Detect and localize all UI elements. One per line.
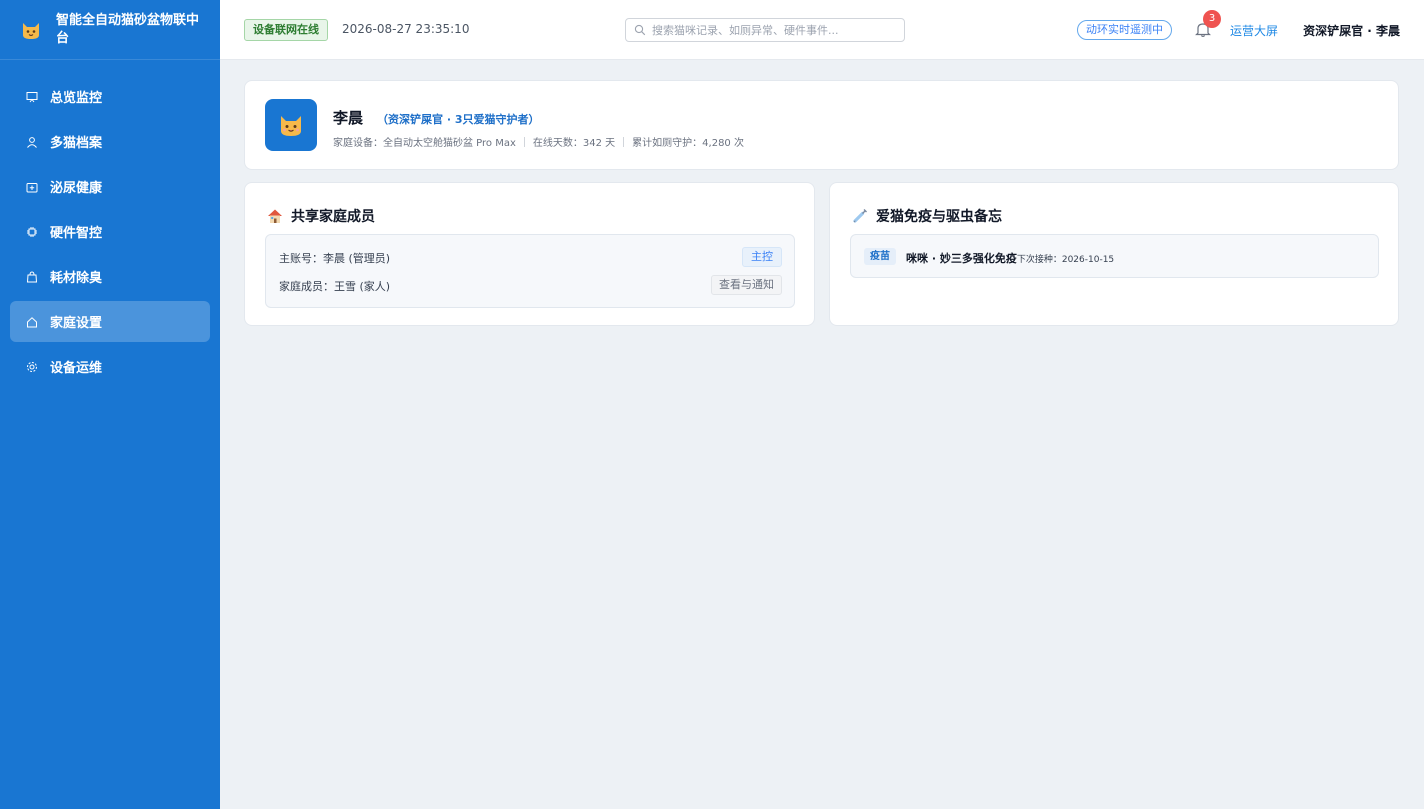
datetime-display: 2026-08-27 23:35:10 bbox=[342, 22, 470, 36]
sidebar-item-label: 设备运维 bbox=[50, 361, 103, 376]
sidebar: 智能全自动猫砂盆物联中台 总览监控 多猫档案 泌尿健康 硬件智控 耗材除臭 家庭… bbox=[0, 0, 220, 809]
sidebar-item-label: 多猫档案 bbox=[50, 136, 103, 151]
vaccine-memo-card: 爱猫免疫与驱虫备忘 疫苗 咪咪 · 妙三多强化免疫下次接种：2026-10-15 bbox=[829, 182, 1399, 326]
sidebar-item-maintenance[interactable]: 设备运维 bbox=[10, 346, 210, 387]
sidebar-item-cats[interactable]: 多猫档案 bbox=[10, 121, 210, 162]
list-item: 咪咪 · 妙三多强化免疫下次接种：2026-10-15 bbox=[906, 250, 1114, 266]
search-input[interactable] bbox=[652, 23, 892, 37]
sidebar-item-label: 总览监控 bbox=[50, 91, 103, 106]
divider bbox=[523, 136, 525, 147]
ops-dashboard-link[interactable]: 运营大屏 bbox=[1230, 22, 1278, 39]
search-icon bbox=[634, 24, 646, 36]
realtime-telemetry-pill: 动环实时遥测中 bbox=[1077, 20, 1172, 40]
device-info: 家庭设备：全自动太空舱猫砂盆 Pro Max bbox=[333, 138, 516, 149]
sidebar-item-overview[interactable]: 总览监控 bbox=[10, 76, 210, 117]
app-title: 智能全自动猫砂盆物联中台 bbox=[56, 12, 200, 46]
vaccine-name: 咪咪 · 妙三多强化免疫 bbox=[906, 252, 1017, 265]
vaccine-list: 疫苗 咪咪 · 妙三多强化免疫下次接种：2026-10-15 bbox=[850, 234, 1379, 278]
family-members-card: 共享家庭成员 主账号：李晨 (管理员) 主控 家庭成员：王雪 (家人) 查看与通… bbox=[244, 182, 815, 326]
syringe-icon bbox=[852, 208, 868, 224]
list-item: 家庭成员：王雪 (家人) bbox=[279, 280, 391, 293]
user-icon bbox=[26, 136, 38, 148]
family-member-list: 主账号：李晨 (管理员) 主控 家庭成员：王雪 (家人) 查看与通知 bbox=[265, 234, 795, 308]
vaccine-tag: 疫苗 bbox=[864, 248, 896, 265]
next-vaccine-date: 下次接种：2026-10-15 bbox=[1016, 255, 1115, 265]
card-title: 爱猫免疫与驱虫备忘 bbox=[852, 206, 1002, 226]
medical-box-icon bbox=[26, 181, 38, 193]
sidebar-item-label: 家庭设置 bbox=[50, 316, 103, 331]
sidebar-item-label: 泌尿健康 bbox=[50, 181, 103, 196]
sidebar-item-family[interactable]: 家庭设置 bbox=[10, 301, 210, 342]
gear-icon bbox=[26, 361, 38, 373]
brand: 智能全自动猫砂盆物联中台 bbox=[0, 0, 220, 60]
profile-name: 李晨 bbox=[333, 109, 364, 127]
sidebar-item-consumables[interactable]: 耗材除臭 bbox=[10, 256, 210, 297]
guard-count: 累计如厕守护：4,280 次 bbox=[632, 138, 744, 149]
monitor-icon bbox=[26, 91, 38, 103]
sidebar-item-label: 硬件智控 bbox=[50, 226, 103, 241]
card-title-text: 爱猫免疫与驱虫备忘 bbox=[876, 209, 1002, 225]
card-title: 共享家庭成员 bbox=[267, 206, 375, 226]
current-user[interactable]: 资深铲屎官 · 李晨 bbox=[1303, 22, 1400, 39]
view-notify-button[interactable]: 查看与通知 bbox=[711, 275, 782, 295]
home-icon bbox=[26, 316, 38, 328]
sidebar-nav: 总览监控 多猫档案 泌尿健康 硬件智控 耗材除臭 家庭设置 设备运维 bbox=[0, 60, 220, 387]
list-item: 主账号：李晨 (管理员) bbox=[279, 252, 391, 265]
chip-icon bbox=[26, 226, 38, 238]
cat-face-icon bbox=[281, 116, 301, 136]
online-days: 在线天数：342 天 bbox=[532, 138, 616, 149]
status-badge: 设备联网在线 bbox=[244, 19, 328, 41]
sidebar-item-hardware[interactable]: 硬件智控 bbox=[10, 211, 210, 252]
primary-control-badge: 主控 bbox=[742, 247, 782, 267]
profile-card: 李晨 （资深铲屎官 · 3只爱猫守护者） 家庭设备：全自动太空舱猫砂盆 Pro … bbox=[244, 80, 1399, 170]
sidebar-item-label: 耗材除臭 bbox=[50, 271, 103, 286]
divider bbox=[623, 136, 625, 147]
cat-face-icon bbox=[20, 19, 42, 41]
bag-icon bbox=[26, 270, 38, 283]
notification-count-badge: 3 bbox=[1203, 10, 1221, 28]
house-icon bbox=[267, 208, 283, 224]
profile-meta: 家庭设备：全自动太空舱猫砂盆 Pro Max 在线天数：342 天 累计如厕守护… bbox=[333, 134, 744, 149]
card-title-text: 共享家庭成员 bbox=[291, 209, 375, 225]
top-header: 设备联网在线 2026-08-27 23:35:10 动环实时遥测中 3 运营大… bbox=[220, 0, 1424, 60]
profile-role: （资深铲屎官 · 3只爱猫守护者） bbox=[377, 113, 540, 126]
avatar bbox=[265, 99, 317, 151]
search-box[interactable] bbox=[625, 18, 905, 42]
sidebar-item-urinary[interactable]: 泌尿健康 bbox=[10, 166, 210, 207]
